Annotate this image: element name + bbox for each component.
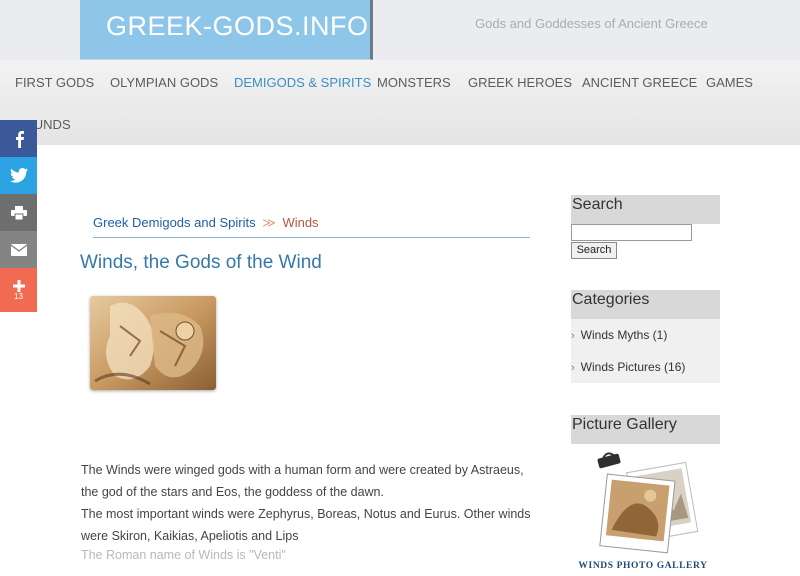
breadcrumb: Greek Demigods and Spirits ≫ Winds [93, 215, 319, 231]
nav-item-games[interactable]: GAMES [706, 75, 753, 90]
search-heading: Search [571, 195, 720, 224]
winds-photo-gallery-link[interactable]: WINDS PHOTO GALLERY [578, 452, 708, 574]
winds-relief-image [90, 296, 216, 390]
twitter-share-button[interactable] [0, 157, 37, 194]
site-tagline: Gods and Goddesses of Ancient Greece [475, 16, 708, 31]
photo-gallery-graphic: WINDS PHOTO GALLERY [578, 452, 707, 571]
nav-item-first-gods[interactable]: FIRST GODS [15, 75, 94, 90]
body-paragraph-2: The most important winds were Zephyrus, … [81, 507, 531, 521]
nav-item-olympian-gods[interactable]: OLYMPIAN GODS [110, 75, 218, 90]
site-logo[interactable]: GREEK-GODS.INFO [80, 0, 373, 60]
category-label[interactable]: Winds Pictures (16) [581, 360, 686, 374]
search-input[interactable] [571, 224, 692, 241]
print-icon [10, 205, 27, 220]
category-winds-myths[interactable]: › Winds Myths (1) [571, 328, 667, 342]
plus-icon [12, 279, 25, 292]
nav-item-greek-heroes[interactable]: GREEK HEROES [468, 75, 572, 90]
email-share-button[interactable] [0, 231, 37, 268]
body-paragraph-3: The Roman name of Winds is "Venti" [81, 548, 286, 562]
nav-item-demigods-spirits[interactable]: DEMIGODS & SPIRITS [234, 75, 371, 90]
twitter-icon [9, 168, 28, 183]
facebook-share-button[interactable] [0, 120, 37, 157]
print-button[interactable] [0, 194, 37, 231]
picture-gallery-heading: Picture Gallery [571, 415, 720, 444]
nav-item-ancient-greece[interactable]: ANCIENT GREECE [582, 75, 697, 90]
body-paragraph-1-cont: the god of the stars and Eos, the goddes… [81, 485, 384, 499]
breadcrumb-divider [93, 237, 530, 238]
email-icon [10, 243, 27, 256]
facebook-icon [15, 130, 24, 148]
breadcrumb-current: Winds [282, 215, 319, 230]
page-title: Winds, the Gods of the Wind [80, 252, 322, 273]
breadcrumb-separator: ≫ [262, 215, 276, 230]
social-share-bar: 13 [0, 120, 37, 312]
chevron-right-icon: › [571, 330, 575, 342]
gallery-caption: WINDS PHOTO GALLERY [578, 561, 707, 571]
category-label[interactable]: Winds Myths (1) [581, 328, 668, 342]
more-share-button[interactable]: 13 [0, 268, 37, 312]
categories-heading: Categories [571, 290, 720, 319]
category-winds-pictures[interactable]: › Winds Pictures (16) [571, 360, 685, 374]
chevron-right-icon: › [571, 362, 575, 374]
main-nav: FIRST GODS OLYMPIAN GODS DEMIGODS & SPIR… [0, 60, 800, 145]
body-paragraph-2-cont: were Skiron, Kaikias, Apeliotis and Lips [81, 529, 299, 543]
nav-item-monsters[interactable]: MONSTERS [377, 75, 451, 90]
site-logo-text[interactable]: GREEK-GODS.INFO [106, 11, 369, 42]
body-paragraph-1: The Winds were winged gods with a human … [81, 463, 524, 477]
share-count: 13 [14, 291, 23, 301]
search-button[interactable]: Search [571, 242, 617, 259]
site-header: GREEK-GODS.INFO Gods and Goddesses of An… [0, 0, 800, 60]
breadcrumb-parent-link[interactable]: Greek Demigods and Spirits [93, 215, 256, 230]
